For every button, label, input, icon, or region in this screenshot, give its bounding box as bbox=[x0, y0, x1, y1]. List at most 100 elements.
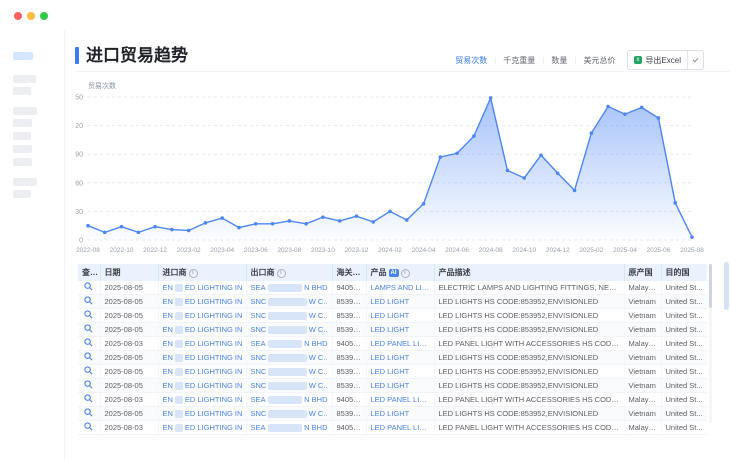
sidebar-item[interactable] bbox=[13, 132, 31, 140]
magnifier-icon[interactable] bbox=[84, 396, 93, 405]
importer-cell[interactable]: ENED LIGHTING INC bbox=[158, 407, 246, 421]
redacted-text bbox=[175, 354, 183, 362]
product-cell[interactable]: LED PANEL LIGHT bbox=[366, 421, 434, 435]
importer-cell[interactable]: ENED LIGHTING INC bbox=[158, 295, 246, 309]
exporter-cell[interactable]: SEAN BHD bbox=[246, 393, 332, 407]
close-button[interactable] bbox=[14, 12, 22, 20]
redacted-text bbox=[268, 368, 306, 376]
importer-cell[interactable]: ENED LIGHTING INC bbox=[158, 351, 246, 365]
exporter-cell[interactable]: SNCW C.. bbox=[246, 365, 332, 379]
table-scrollbar-thumb[interactable] bbox=[709, 264, 712, 308]
exporter-cell[interactable]: SNCW C.. bbox=[246, 295, 332, 309]
magnifier-icon[interactable] bbox=[84, 298, 93, 307]
magnifier-icon[interactable] bbox=[84, 410, 93, 419]
product-cell[interactable]: LED PANEL LIGHT bbox=[366, 393, 434, 407]
magnifier-icon[interactable] bbox=[84, 284, 93, 293]
product-cell[interactable]: LED LIGHT bbox=[366, 379, 434, 393]
trade-table: 查看日期进口商出口商海关编码产品AI产品描述原产国目的国 2025-08-05E… bbox=[78, 264, 707, 435]
svg-text:2023-10: 2023-10 bbox=[311, 247, 335, 254]
sidebar-item[interactable] bbox=[13, 190, 31, 198]
redacted-text bbox=[268, 298, 306, 306]
date-cell: 2025-08-05 bbox=[100, 323, 158, 337]
product-cell[interactable]: LED LIGHT bbox=[366, 351, 434, 365]
sidebar-item[interactable] bbox=[13, 87, 31, 95]
importer-cell[interactable]: ENED LIGHTING INC bbox=[158, 323, 246, 337]
magnifier-icon[interactable] bbox=[84, 340, 93, 349]
importer-cell[interactable]: ENED LIGHTING INC bbox=[158, 281, 246, 295]
table-row: 2025-08-05ENED LIGHTING INCSNCW C..85395… bbox=[78, 309, 707, 323]
product-cell[interactable]: LED PANEL LIGHT bbox=[366, 337, 434, 351]
importer-cell[interactable]: ENED LIGHTING INC bbox=[158, 393, 246, 407]
redacted-text bbox=[175, 340, 183, 348]
metric-tab[interactable]: 美元总价 bbox=[583, 55, 615, 66]
exporter-cell[interactable]: SEAN BHD bbox=[246, 281, 332, 295]
exporter-cell[interactable]: SNCW C.. bbox=[246, 407, 332, 421]
column-header: 海关编码 bbox=[332, 264, 366, 281]
export-excel-button[interactable]: 导出Excel bbox=[628, 51, 687, 69]
sidebar-item[interactable] bbox=[13, 52, 33, 60]
page-scrollbar[interactable] bbox=[724, 262, 729, 310]
importer-cell[interactable]: ENED LIGHTING INC bbox=[158, 337, 246, 351]
export-dropdown-button[interactable] bbox=[687, 51, 703, 69]
column-header: 出口商 bbox=[246, 264, 332, 281]
metric-tab[interactable]: 千克重量 bbox=[503, 55, 535, 66]
product-cell[interactable]: LED LIGHT bbox=[366, 323, 434, 337]
product-cell[interactable]: LED LIGHT bbox=[366, 295, 434, 309]
magnifier-icon[interactable] bbox=[84, 382, 93, 391]
metric-tabs: 贸易次数|千克重量|数量|美元总价 bbox=[455, 55, 615, 66]
redacted-text bbox=[175, 424, 183, 432]
exporter-cell[interactable]: SNCW C.. bbox=[246, 351, 332, 365]
sidebar-item[interactable] bbox=[13, 145, 32, 153]
date-cell: 2025-08-05 bbox=[100, 351, 158, 365]
table-scrollbar[interactable] bbox=[709, 264, 712, 423]
sidebar-item[interactable] bbox=[13, 178, 37, 186]
exporter-cell[interactable]: SEAN BHD bbox=[246, 421, 332, 435]
exporter-cell[interactable]: SNCW C.. bbox=[246, 379, 332, 393]
product-cell[interactable]: LAMPS AND LIGHTIN... bbox=[366, 281, 434, 295]
column-header: 产品AI bbox=[366, 264, 434, 281]
minimize-button[interactable] bbox=[27, 12, 35, 20]
redacted-text bbox=[175, 312, 183, 320]
description-cell: LED LIGHTS HS CODE:853952,ENVISIONLED bbox=[434, 407, 624, 421]
svg-text:2025-06: 2025-06 bbox=[647, 247, 671, 254]
sidebar-item[interactable] bbox=[13, 107, 37, 115]
date-cell: 2025-08-05 bbox=[100, 379, 158, 393]
metric-tab[interactable]: 贸易次数 bbox=[455, 55, 487, 66]
magnifier-icon[interactable] bbox=[84, 312, 93, 321]
product-cell[interactable]: LED LIGHT bbox=[366, 407, 434, 421]
svg-text:2024-12: 2024-12 bbox=[546, 247, 570, 254]
exporter-cell[interactable]: SNCW C.. bbox=[246, 323, 332, 337]
redacted-text bbox=[268, 354, 306, 362]
importer-cell[interactable]: ENED LIGHTING INC bbox=[158, 379, 246, 393]
magnifier-icon[interactable] bbox=[84, 354, 93, 363]
destination-cell: United St... bbox=[661, 309, 707, 323]
sidebar-item[interactable] bbox=[13, 75, 36, 83]
magnifier-icon[interactable] bbox=[84, 424, 93, 433]
exporter-cell[interactable]: SEAN BHD bbox=[246, 337, 332, 351]
redacted-text bbox=[268, 326, 306, 334]
column-header: 原产国 bbox=[624, 264, 661, 281]
header-divider bbox=[75, 71, 730, 72]
magnifier-icon[interactable] bbox=[84, 326, 93, 335]
origin-cell: Malaysia bbox=[624, 421, 661, 435]
trend-chart[interactable]: 贸易次数03060901201502022-082022-102022-1220… bbox=[75, 80, 723, 258]
product-cell[interactable]: LED LIGHT bbox=[366, 365, 434, 379]
magnifier-icon[interactable] bbox=[84, 368, 93, 377]
maximize-button[interactable] bbox=[40, 12, 48, 20]
importer-cell[interactable]: ENED LIGHTING INC bbox=[158, 309, 246, 323]
destination-cell: United St... bbox=[661, 281, 707, 295]
table-row: 2025-08-03ENED LIGHTING INCSEAN BHD94054… bbox=[78, 421, 707, 435]
exporter-cell[interactable]: SNCW C.. bbox=[246, 309, 332, 323]
importer-cell[interactable]: ENED LIGHTING INC bbox=[158, 365, 246, 379]
date-cell: 2025-08-05 bbox=[100, 281, 158, 295]
metric-tab[interactable]: 数量 bbox=[551, 55, 567, 66]
title-accent-bar bbox=[75, 47, 79, 64]
importer-cell[interactable]: ENED LIGHTING INC bbox=[158, 421, 246, 435]
svg-text:2025-04: 2025-04 bbox=[613, 247, 637, 254]
redacted-text bbox=[268, 284, 303, 292]
sidebar-item[interactable] bbox=[13, 158, 32, 166]
sidebar-item[interactable] bbox=[13, 119, 32, 127]
hs-code-cell: 940541 bbox=[332, 281, 366, 295]
destination-cell: United St... bbox=[661, 295, 707, 309]
product-cell[interactable]: LED LIGHT bbox=[366, 309, 434, 323]
